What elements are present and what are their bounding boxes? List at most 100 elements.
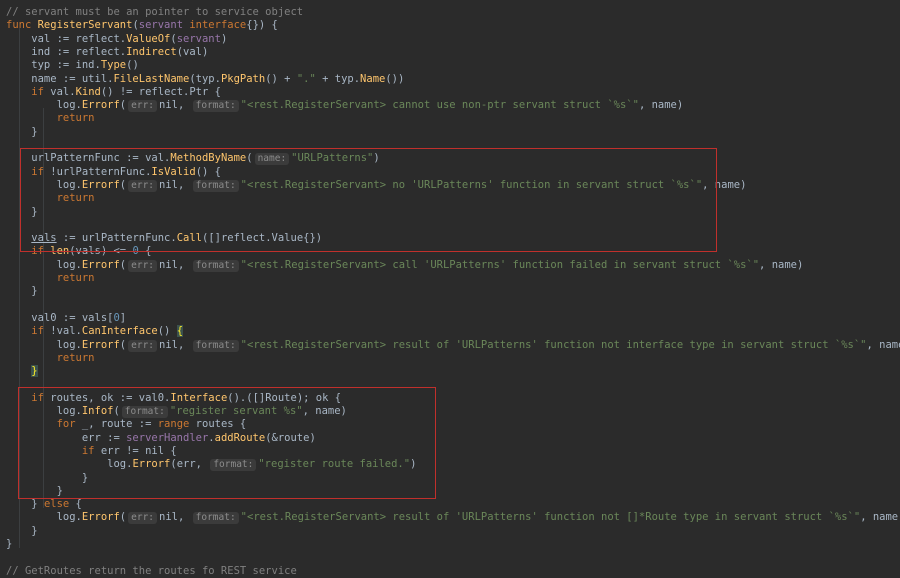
code-token: , name) [860, 511, 900, 524]
code-token: + typ. [315, 72, 361, 85]
code-token: log. [6, 99, 82, 112]
code-token: , name) [866, 338, 900, 351]
code-line: return [6, 112, 95, 125]
code-token: MethodByName [170, 152, 247, 165]
code-token: nil, [159, 99, 191, 112]
code-token: vals [31, 232, 57, 245]
code-token: } [6, 471, 89, 484]
code-line: } [6, 205, 38, 219]
code-line: log.Errorf(err: nil, format: "<rest.Regist… [6, 259, 803, 272]
code-token: routes { [195, 418, 247, 431]
code-token: log. [6, 178, 82, 191]
code-token: } [6, 524, 38, 537]
code-token: val. [50, 85, 76, 98]
code-token: log. [6, 511, 82, 524]
code-token: "<rest.RegisterServant> cannot use non-p… [240, 99, 639, 112]
code-token: serverHandler [126, 431, 209, 444]
code-token: , name) [638, 99, 684, 112]
code-token: return [56, 351, 95, 364]
code-token: name := util. [6, 72, 114, 85]
code-line: if !urlPatternFunc.IsValid() { [6, 166, 221, 179]
code-token: !val. [50, 325, 82, 338]
code-line: func RegisterServant(servant interface{}… [6, 19, 278, 32]
code-token: "register servant %s" [169, 405, 303, 417]
code-token: "." [296, 72, 316, 85]
code-token: for [56, 418, 82, 431]
code-token: { [176, 325, 184, 338]
code-token: Indirect [126, 45, 177, 58]
parameter-hint: err: [128, 100, 158, 113]
code-token: Errorf [132, 458, 171, 471]
code-token: servant [176, 32, 221, 45]
code-token: func [6, 19, 38, 32]
code-token: Interface [170, 391, 228, 404]
code-token: log. [6, 338, 82, 351]
code-token: err != nil { [100, 444, 177, 457]
code-token: nil, [159, 511, 191, 524]
parameter-hint: format: [192, 339, 239, 352]
code-line: return [6, 192, 95, 205]
code-token: log. [6, 458, 133, 471]
code-line: } [6, 538, 12, 551]
code-token: (val) [176, 45, 209, 58]
code-token: , name) [702, 178, 747, 191]
code-token: if [31, 85, 51, 98]
parameter-hint: err: [128, 179, 158, 192]
code-token: } [6, 205, 38, 218]
code-token: "register route failed." [258, 458, 411, 471]
code-token: return [56, 192, 95, 205]
code-token: , name) [759, 258, 804, 271]
code-token: addRoute [214, 431, 266, 444]
code-line: } [6, 285, 37, 298]
code-line: } [6, 472, 88, 485]
code-token: ) [373, 152, 380, 165]
code-line: return [6, 272, 95, 285]
code-token: "<rest.RegisterServant> call 'URLPattern… [240, 258, 760, 271]
code-token: if [81, 444, 101, 457]
code-token: servant [138, 19, 190, 32]
code-token: Infof [81, 405, 114, 417]
code-token: ValueOf [126, 32, 171, 45]
code-token: , name) [302, 405, 347, 417]
code-token: Errorf [81, 511, 120, 524]
code-token: ( [246, 152, 253, 165]
code-token: routes, ok := val0. [50, 391, 171, 404]
parameter-hint: format: [210, 459, 257, 472]
code-line: ind := reflect.Indirect(val) [6, 46, 208, 59]
code-line: err := serverHandler.addRoute(&route) [6, 432, 316, 445]
parameter-hint: format: [192, 179, 239, 192]
code-token: Errorf [81, 338, 120, 351]
code-token: // servant must be an pointer to service… [6, 6, 304, 18]
code-token: return [56, 272, 95, 284]
code-token: Errorf [81, 258, 120, 271]
code-editor[interactable]: // servant must be an pointer to service… [0, 0, 900, 577]
parameter-hint: err: [128, 339, 158, 352]
code-token: () { [195, 165, 221, 178]
code-token: val := reflect. [6, 32, 127, 45]
code-token: else [43, 498, 76, 511]
code-token: if [31, 325, 51, 338]
code-token: interface [189, 19, 247, 32]
code-line: val := reflect.ValueOf(servant) [6, 33, 227, 46]
code-line: val0 := vals[0] [6, 312, 126, 325]
code-line: for _, route := range routes { [6, 418, 247, 431]
code-token: Errorf [81, 99, 120, 112]
code-token: err := [6, 431, 127, 444]
parameter-hint: format: [121, 406, 168, 418]
code-token: val0 := vals[ [6, 311, 114, 324]
code-token: return [56, 112, 95, 125]
parameter-hint: name: [254, 153, 290, 166]
code-token: PkgPath [220, 72, 266, 85]
code-token: Name [360, 72, 386, 85]
code-token: nil, [159, 338, 191, 351]
code-token: Type [100, 59, 127, 72]
code-token: } [6, 498, 44, 511]
code-token: {}) { [246, 19, 278, 32]
code-token: () + [265, 72, 297, 85]
code-line: log.Errorf(err, format: "register route f… [6, 458, 416, 472]
